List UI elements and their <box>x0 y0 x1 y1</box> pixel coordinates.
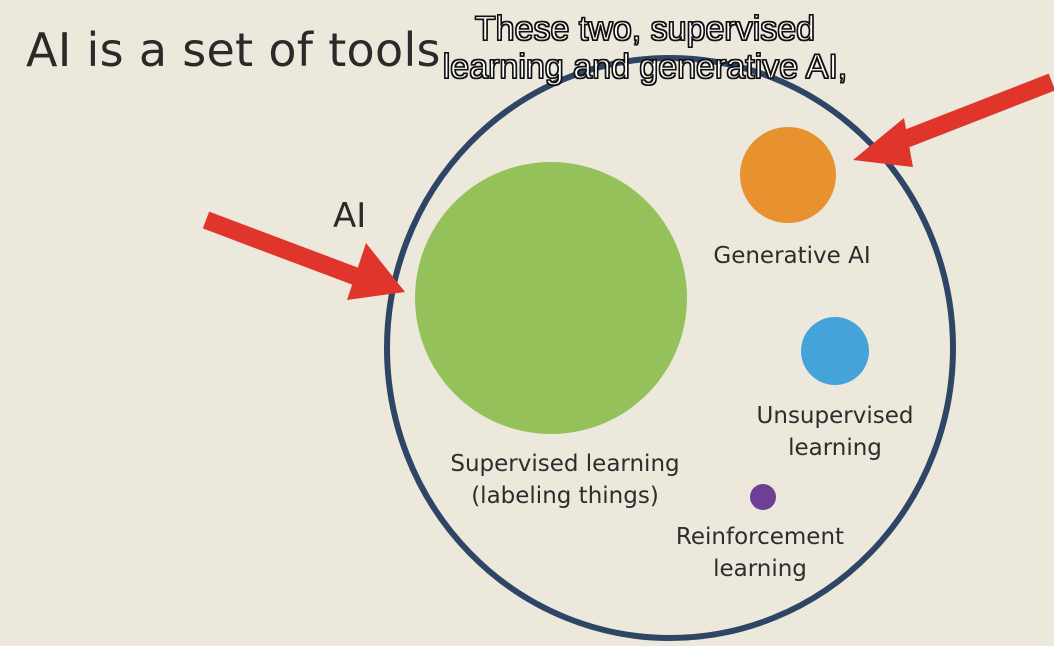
unsupervised-learning-label-line2: learning <box>788 435 882 461</box>
red-arrow-right-icon <box>853 73 1054 167</box>
slide: AI is a set of tools AI Generative AI Un… <box>0 0 1054 646</box>
reinforcement-learning-label: Reinforcement learning <box>650 521 870 585</box>
supervised-learning-circle <box>415 162 687 434</box>
reinforcement-learning-label-line2: learning <box>713 556 807 582</box>
generative-ai-label-line1: Generative AI <box>713 243 871 269</box>
unsupervised-learning-label-line1: Unsupervised <box>756 403 914 429</box>
unsupervised-learning-label: Unsupervised learning <box>735 400 935 464</box>
generative-ai-circle <box>740 127 836 223</box>
supervised-learning-label-line2: (labeling things) <box>471 483 659 509</box>
ai-diagram <box>202 55 1054 641</box>
ai-circle-label: AI <box>333 196 367 236</box>
reinforcement-learning-circle <box>750 484 776 510</box>
reinforcement-learning-label-line1: Reinforcement <box>675 524 845 550</box>
generative-ai-label: Generative AI <box>692 240 892 272</box>
unsupervised-learning-circle <box>801 317 869 385</box>
red-arrow-left-icon <box>202 211 405 300</box>
supervised-learning-label-line1: Supervised learning <box>450 451 680 477</box>
supervised-learning-label: Supervised learning (labeling things) <box>420 448 710 512</box>
caption-line-2: learning and generative AI, <box>442 47 848 86</box>
video-caption: These two, supervised learning and gener… <box>400 9 890 86</box>
caption-line-1: These two, supervised <box>474 9 816 48</box>
